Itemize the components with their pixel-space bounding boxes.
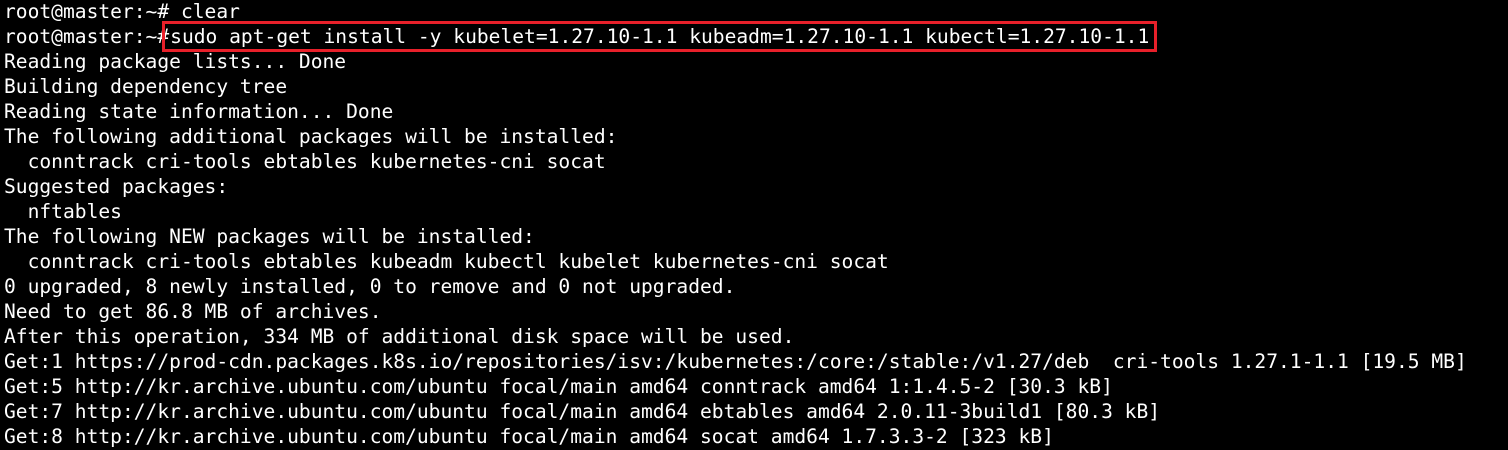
output-line: Get:5 http://kr.archive.ubuntu.com/ubunt… <box>4 375 1113 398</box>
output-line: Get:1 https://prod-cdn.packages.k8s.io/r… <box>4 350 1467 373</box>
output-line: Reading package lists... Done <box>4 50 347 73</box>
command-text: clear <box>180 0 240 23</box>
terminal-line-clear: root@master:~# clear <box>4 0 1508 24</box>
output-line: After this operation, 334 MB of addition… <box>4 325 795 348</box>
output-line: Suggested packages: <box>4 175 229 198</box>
highlighted-command: sudo apt-get install -y kubelet=1.27.10-… <box>162 21 1158 52</box>
output-line: Building dependency tree <box>4 75 288 98</box>
output-line: Reading state information... Done <box>4 100 394 123</box>
shell-prompt: root@master:~# <box>4 25 170 48</box>
output-line: The following NEW packages will be insta… <box>4 225 535 248</box>
output-line: conntrack cri-tools ebtables kubeadm kub… <box>4 250 889 273</box>
output-line: nftables <box>4 200 122 223</box>
output-line: Get:8 http://kr.archive.ubuntu.com/ubunt… <box>4 425 1054 448</box>
output-line: 0 upgraded, 8 newly installed, 0 to remo… <box>4 275 736 298</box>
shell-prompt: root@master:~# <box>4 0 170 23</box>
output-line: Need to get 86.8 MB of archives. <box>4 300 382 323</box>
output-line: The following additional packages will b… <box>4 125 618 148</box>
output-line: conntrack cri-tools ebtables kubernetes-… <box>4 150 606 173</box>
terminal-window[interactable]: root@master:~# clear root@master:~#sudo … <box>0 0 1508 450</box>
output-line: Get:7 http://kr.archive.ubuntu.com/ubunt… <box>4 400 1161 423</box>
terminal-line-install-command: root@master:~#sudo apt-get install -y ku… <box>4 21 1508 52</box>
